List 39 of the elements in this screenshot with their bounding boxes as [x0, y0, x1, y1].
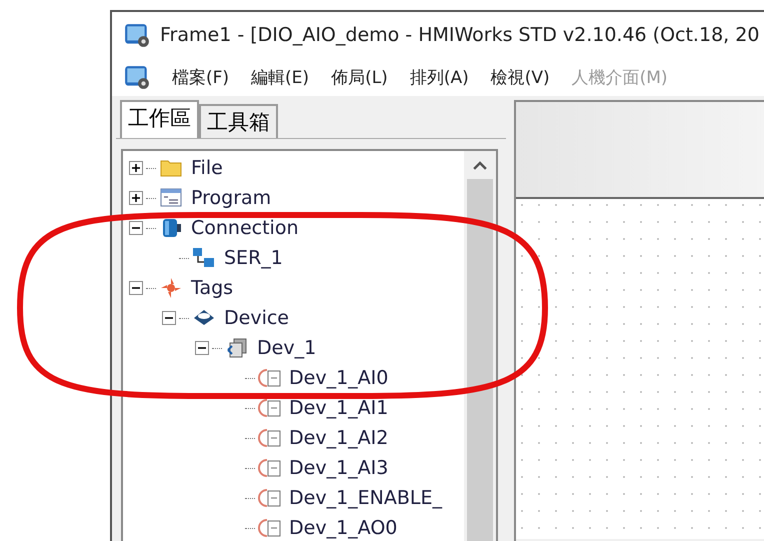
tag-icon	[258, 489, 281, 507]
window-title: Frame1 - [DIO_AIO_demo - HMIWorks STD v2.10.46 (Oct.18, 20	[160, 24, 760, 46]
tree-item[interactable]: Connection	[191, 217, 299, 239]
tree-item[interactable]: Device	[224, 307, 289, 329]
tag-icon	[258, 459, 281, 477]
tree-item[interactable]: Dev_1_AI0	[289, 367, 388, 389]
tag-icon	[258, 429, 281, 447]
network-icon	[192, 246, 216, 270]
tree-item[interactable]: SER_1	[224, 247, 283, 269]
menu-item[interactable]: 佈局(L)	[331, 66, 388, 88]
app-icon[interactable]	[124, 64, 150, 90]
tree-item[interactable]: Tags	[191, 277, 234, 299]
expander-icon[interactable]	[195, 341, 209, 355]
menu-item[interactable]: 編輯(E)	[251, 66, 310, 88]
expander-icon[interactable]	[129, 161, 143, 175]
tree-item[interactable]: Dev_1_AO0	[289, 517, 398, 539]
tree-item[interactable]: Dev_1_AI2	[289, 427, 388, 449]
expander-icon[interactable]	[129, 281, 143, 295]
scrollbar[interactable]	[464, 151, 496, 541]
tree-item[interactable]: File	[191, 157, 223, 179]
menu-item[interactable]: 檔案(F)	[172, 66, 230, 88]
tree-item[interactable]: Dev_1_AI3	[289, 457, 388, 479]
tab[interactable]: 工作區	[120, 100, 199, 138]
menu-item[interactable]: 排列(A)	[410, 66, 469, 88]
tag-icon	[258, 399, 281, 417]
tag-icon	[258, 369, 281, 387]
menu-item[interactable]: 檢視(V)	[490, 66, 550, 88]
tree-item[interactable]: Dev_1_ENABLE_	[289, 487, 442, 509]
expander-icon[interactable]	[162, 311, 176, 325]
app-icon	[124, 22, 150, 48]
tree-item[interactable]: Dev_1_AI1	[289, 397, 388, 419]
tree-item[interactable]: Dev_1	[257, 337, 316, 359]
tree-item[interactable]: Program	[191, 187, 272, 209]
tag-icon	[258, 519, 281, 537]
scroll-up-icon[interactable]	[472, 161, 488, 171]
expander-icon[interactable]	[129, 221, 143, 235]
tab[interactable]: 工具箱	[199, 104, 278, 138]
expander-icon[interactable]	[129, 191, 143, 205]
device-icon	[225, 336, 249, 360]
